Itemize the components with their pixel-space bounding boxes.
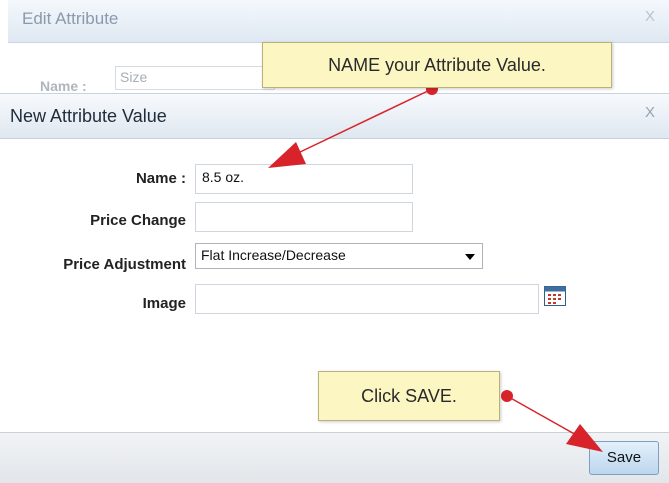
chevron-down-icon	[465, 254, 475, 260]
price-adjustment-select[interactable]: Flat Increase/Decrease	[195, 243, 483, 269]
dialog-title: New Attribute Value	[10, 106, 167, 126]
save-callout: Click SAVE.	[318, 371, 500, 421]
name-label: Name :	[135, 170, 186, 187]
new-attribute-value-dialog: New Attribute Value X Name : 8.5 oz. Pri…	[0, 93, 669, 483]
image-input[interactable]	[195, 284, 539, 314]
dialog-footer: Save	[0, 432, 669, 483]
close-icon[interactable]: X	[645, 104, 655, 121]
calendar-icon[interactable]	[544, 286, 566, 306]
dialog-titlebar: New Attribute Value X	[0, 94, 669, 139]
name-callout: NAME your Attribute Value.	[262, 42, 612, 88]
edit-attribute-title: Edit Attribute	[22, 9, 119, 28]
name-input[interactable]: 8.5 oz.	[195, 164, 413, 194]
edit-attribute-titlebar: Edit Attribute X	[8, 0, 669, 43]
save-button[interactable]: Save	[589, 441, 659, 475]
edit-attribute-name-input[interactable]: Size	[115, 66, 275, 90]
price-change-label: Price Change	[90, 212, 186, 229]
price-adjustment-label: Price Adjustment	[63, 256, 186, 273]
price-change-input[interactable]	[195, 202, 413, 232]
edit-attribute-name-label: Name :	[40, 78, 87, 94]
image-label: Image	[142, 295, 186, 312]
edit-attribute-close-icon[interactable]: X	[645, 8, 655, 25]
price-adjustment-value: Flat Increase/Decrease	[201, 247, 346, 263]
